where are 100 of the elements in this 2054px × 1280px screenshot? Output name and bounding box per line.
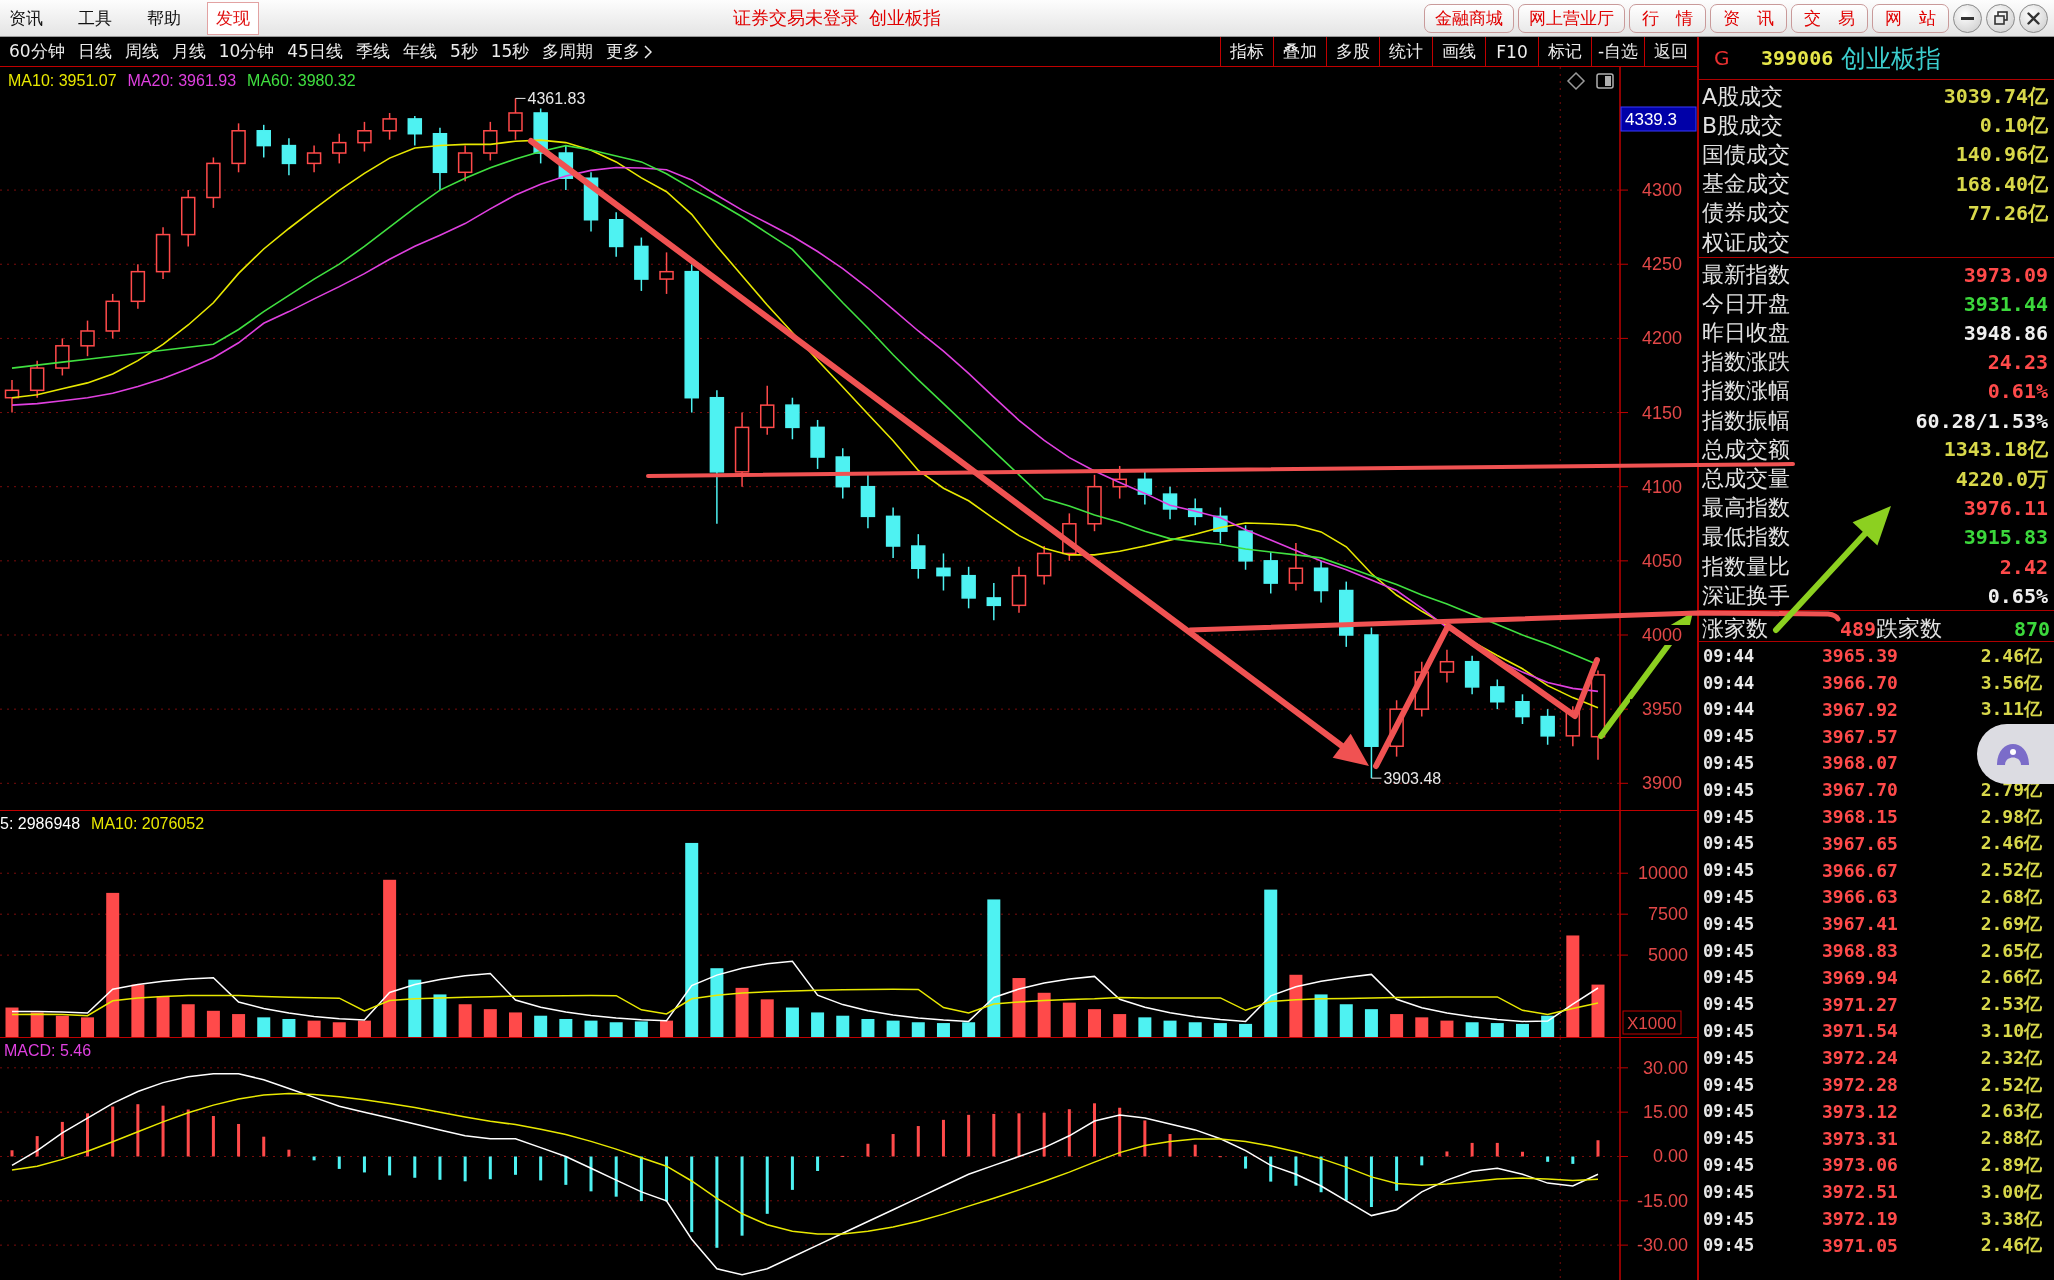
tick-volume: 3.38亿 xyxy=(1980,1206,2042,1231)
axis-label: 4200 xyxy=(1642,328,1683,349)
volume-value: 0.10亿 xyxy=(1979,112,2048,140)
indicator-legend: MA10: 2076052 xyxy=(91,815,205,833)
advancers-count: 489 xyxy=(1838,617,1876,642)
tick-price: 3971.27 xyxy=(1822,993,1898,1015)
tick-time: 09:45 xyxy=(1703,1128,1756,1149)
tick-time: 09:45 xyxy=(1703,1047,1756,1068)
indicator-legend: 5: 2986948 xyxy=(0,815,81,833)
tick-time: 09:45 xyxy=(1703,1235,1756,1256)
stat-label: 今日开盘 xyxy=(1702,289,1790,318)
stat-label: 昨日收盘 xyxy=(1702,319,1790,348)
tick-price: 3967.70 xyxy=(1822,779,1898,801)
tick-time: 09:45 xyxy=(1703,779,1756,800)
tick-price: 3972.28 xyxy=(1822,1074,1898,1095)
stat-value: 60.28/1.53% xyxy=(1915,408,2048,433)
tick-price: 3973.06 xyxy=(1822,1154,1898,1176)
stat-value: 24.23 xyxy=(1987,350,2048,375)
tick-time: 09:45 xyxy=(1703,1101,1756,1122)
stat-label: 最低指数 xyxy=(1702,523,1790,552)
volume-label: 债券成交 xyxy=(1702,199,1790,228)
tick-volume: 2.98亿 xyxy=(1980,804,2042,829)
tick-time: 09:44 xyxy=(1703,645,1756,666)
tick-time: 09:45 xyxy=(1703,967,1756,988)
tick-price: 3968.15 xyxy=(1822,806,1898,828)
tick-price: 3966.63 xyxy=(1822,886,1898,908)
tick-price: 3968.83 xyxy=(1822,940,1898,962)
tick-volume: 3.56亿 xyxy=(1980,670,2042,695)
axis-label: 4050 xyxy=(1642,550,1683,571)
volume-label: 国债成交 xyxy=(1702,140,1790,169)
stat-label: 指数振幅 xyxy=(1702,406,1790,435)
stat-label: 最高指数 xyxy=(1702,494,1790,523)
tick-volume: 2.46亿 xyxy=(1980,831,2042,856)
stat-value: 3948.86 xyxy=(1963,321,2048,346)
volume-value: 140.96亿 xyxy=(1955,141,2048,169)
stat-value: 3973.09 xyxy=(1963,262,2048,287)
index-name: 创业板指 xyxy=(1841,42,1942,75)
tick-volume: 2.68亿 xyxy=(1980,884,2042,909)
tick-time: 09:45 xyxy=(1703,833,1756,854)
indicator-legend: MA10: 3951.07 xyxy=(8,72,117,90)
volume-label: A股成交 xyxy=(1702,82,1784,111)
unit-label: X1000 xyxy=(1622,1010,1682,1035)
axis-label: -30.00 xyxy=(1636,1235,1688,1256)
login-status: 证券交易未登录 xyxy=(733,6,859,30)
tick-time: 09:45 xyxy=(1703,913,1756,934)
tick-volume: 2.52亿 xyxy=(1980,858,2042,883)
tick-volume: 2.65亿 xyxy=(1980,938,2042,963)
stat-label: 总成交额 xyxy=(1702,435,1790,464)
market-letter: G xyxy=(1714,46,1731,70)
index-code: 399006 xyxy=(1761,46,1834,70)
axis-label: 7500 xyxy=(1647,904,1688,925)
tick-price: 3966.67 xyxy=(1822,859,1898,881)
tick-price: 3965.39 xyxy=(1822,645,1898,667)
volume-label: 权证成交 xyxy=(1702,228,1790,257)
volume-value: 77.26亿 xyxy=(1967,199,2048,227)
tick-time: 09:44 xyxy=(1703,699,1756,720)
stat-value: 1343.18亿 xyxy=(1943,436,2048,464)
tick-time: 09:45 xyxy=(1703,860,1756,881)
stat-value: 4220.0万 xyxy=(1955,465,2048,493)
tick-volume: 2.53亿 xyxy=(1980,992,2042,1017)
tick-price: 3971.05 xyxy=(1822,1234,1898,1256)
volume-value: 168.40亿 xyxy=(1955,170,2048,198)
tick-price: 3967.92 xyxy=(1822,698,1898,720)
volume-label: 基金成交 xyxy=(1702,170,1790,199)
tick-time: 09:45 xyxy=(1703,1208,1756,1229)
annotation: 3903.48 xyxy=(1383,770,1442,788)
tick-time: 09:45 xyxy=(1703,1020,1756,1041)
axis-label: 4250 xyxy=(1642,254,1683,275)
tick-volume: 3.00亿 xyxy=(1980,1179,2042,1204)
stat-value: 3915.83 xyxy=(1963,525,2048,550)
tick-price: 3966.70 xyxy=(1822,672,1898,694)
tick-price: 3972.24 xyxy=(1822,1047,1898,1069)
tick-time: 09:45 xyxy=(1703,1181,1756,1202)
tick-volume: 2.63亿 xyxy=(1980,1099,2042,1124)
tick-price: 3972.19 xyxy=(1822,1208,1898,1229)
stat-value: 3931.44 xyxy=(1963,291,2048,316)
axis-label: 3900 xyxy=(1642,773,1683,794)
tick-volume: 3.11亿 xyxy=(1980,697,2042,722)
axis-label: 4300 xyxy=(1642,180,1683,201)
tick-volume: 2.66亿 xyxy=(1980,965,2042,990)
tick-volume: 2.32亿 xyxy=(1980,1045,2042,1070)
advancers-label: 涨家数 xyxy=(1702,615,1768,644)
stat-label: 最新指数 xyxy=(1702,260,1790,289)
tick-price: 3969.94 xyxy=(1822,966,1898,988)
index-title: 创业板指 xyxy=(869,6,941,30)
tick-time: 09:45 xyxy=(1703,994,1756,1015)
indicator-legend: MACD: 5.46 xyxy=(4,1042,92,1060)
stat-label: 指数涨跌 xyxy=(1702,348,1790,377)
stat-label: 指数涨幅 xyxy=(1702,377,1790,406)
tick-time: 09:45 xyxy=(1703,806,1756,827)
tick-volume: 2.46亿 xyxy=(1980,1233,2042,1258)
indicator-legend: MA20: 3961.93 xyxy=(127,72,237,90)
tick-volume: 2.52亿 xyxy=(1980,1072,2042,1097)
tick-price: 3973.12 xyxy=(1822,1100,1898,1122)
annotation: 4361.83 xyxy=(527,90,586,108)
decliners-label: 跌家数 xyxy=(1876,615,1942,644)
tick-time: 09:45 xyxy=(1703,726,1756,747)
stat-label: 指数量比 xyxy=(1702,552,1790,581)
tick-price: 3973.31 xyxy=(1822,1127,1898,1149)
tick-price: 3971.54 xyxy=(1822,1020,1898,1042)
